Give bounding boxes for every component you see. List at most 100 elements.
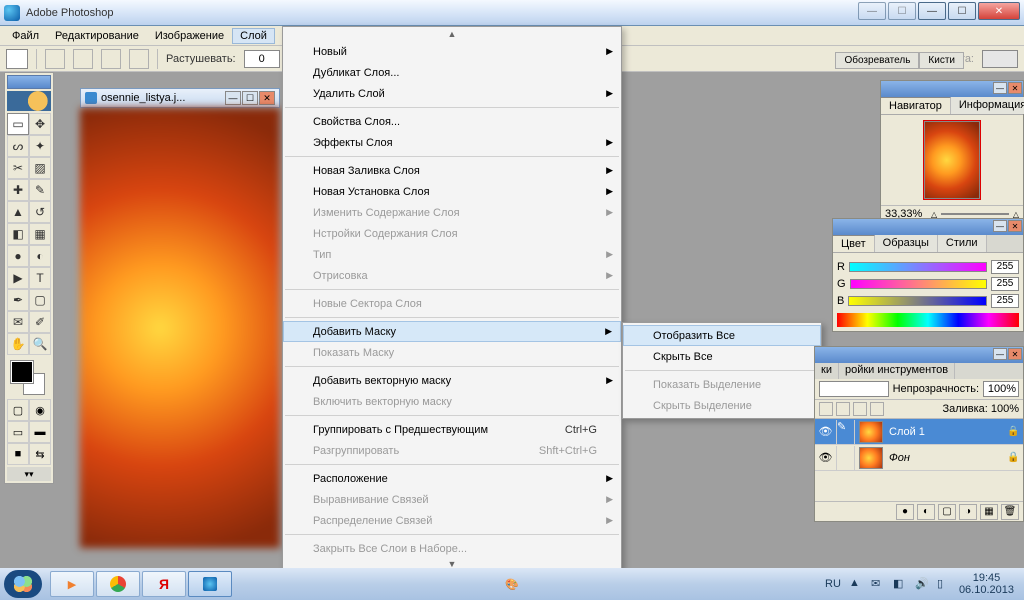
tray-flag-icon[interactable]: ▲ bbox=[849, 577, 863, 591]
close-button[interactable]: ✕ bbox=[978, 2, 1020, 20]
tool-wand[interactable]: ✦ bbox=[29, 135, 51, 157]
tab-navigator[interactable]: Навигатор bbox=[881, 97, 951, 114]
tool-move[interactable]: ✥ bbox=[29, 113, 51, 135]
color-close[interactable]: ✕ bbox=[1008, 220, 1022, 232]
mode-standard[interactable]: ▢ bbox=[7, 399, 29, 421]
opacity-field[interactable]: 100% bbox=[983, 381, 1019, 397]
menu-new-adjustment[interactable]: Новая Установка Слоя▶ bbox=[283, 181, 621, 202]
nav-close[interactable]: ✕ bbox=[1008, 82, 1022, 94]
menu-scroll-up[interactable]: ▲ bbox=[283, 29, 621, 41]
doc-maximize[interactable]: ☐ bbox=[242, 91, 258, 105]
tool-path-select[interactable]: ▶ bbox=[7, 267, 29, 289]
document-titlebar[interactable]: osennie_listya.j... — ☐ ✕ bbox=[80, 88, 280, 108]
menu-new-fill[interactable]: Новая Заливка Слоя▶ bbox=[283, 160, 621, 181]
menu-layer[interactable]: Слой bbox=[232, 28, 275, 44]
submenu-hide-all[interactable]: Скрыть Все bbox=[623, 346, 821, 367]
lock-all-icon[interactable] bbox=[870, 402, 884, 416]
screen-standard[interactable]: ▭ bbox=[7, 421, 29, 443]
tool-crop[interactable]: ✂ bbox=[7, 157, 29, 179]
visibility-icon[interactable]: 👁 bbox=[815, 446, 837, 470]
lang-indicator[interactable]: RU bbox=[825, 578, 841, 590]
tool-dodge[interactable]: ◐ bbox=[29, 245, 51, 267]
selection-subtract[interactable] bbox=[101, 49, 121, 69]
color-minimize[interactable]: — bbox=[993, 220, 1007, 232]
menu-properties[interactable]: Свойства Слоя... bbox=[283, 111, 621, 132]
layer-style-button[interactable]: ● bbox=[896, 504, 914, 520]
layers-close[interactable]: ✕ bbox=[1008, 348, 1022, 360]
tool-hand[interactable]: ✋ bbox=[7, 333, 29, 355]
screen-full[interactable]: ■ bbox=[7, 443, 29, 465]
menu-image[interactable]: Изображение bbox=[147, 28, 232, 44]
zoom-slider[interactable] bbox=[941, 213, 1009, 215]
fill-field[interactable]: 100% bbox=[991, 403, 1019, 415]
tool-pen[interactable]: ✒ bbox=[7, 289, 29, 311]
task-yandex[interactable]: Я bbox=[142, 571, 186, 597]
menu-duplicate[interactable]: Дубликат Слоя... bbox=[283, 62, 621, 83]
marquee-preset[interactable] bbox=[6, 49, 28, 69]
menu-delete[interactable]: Удалить Слой▶ bbox=[283, 83, 621, 104]
toolbox-titlebar[interactable] bbox=[7, 75, 51, 89]
menu-file[interactable]: Файл bbox=[4, 28, 47, 44]
tab-color[interactable]: Цвет bbox=[833, 235, 875, 252]
lock-pixels-icon[interactable] bbox=[836, 402, 850, 416]
menu-new[interactable]: Новый▶ bbox=[283, 41, 621, 62]
toolbox-expand[interactable]: ▾▾ bbox=[7, 467, 51, 481]
menu-effects[interactable]: Эффекты Слоя▶ bbox=[283, 132, 621, 153]
visibility-icon[interactable]: 👁 bbox=[815, 420, 837, 444]
tool-zoom[interactable]: 🔍 bbox=[29, 333, 51, 355]
tool-notes[interactable]: ✉ bbox=[7, 311, 29, 333]
submenu-reveal-all[interactable]: Отобразить Все bbox=[623, 325, 821, 346]
layer-mask-button[interactable]: ◐ bbox=[917, 504, 935, 520]
menu-group[interactable]: Группировать с ПредшествующимCtrl+G bbox=[283, 419, 621, 440]
maximize-button[interactable]: ☐ bbox=[948, 2, 976, 20]
tool-gradient[interactable]: ▦ bbox=[29, 223, 51, 245]
layer-row-bg[interactable]: 👁 Фон 🔒 bbox=[815, 445, 1023, 471]
blend-mode-select[interactable] bbox=[819, 381, 889, 397]
tab-browser[interactable]: Обозреватель bbox=[835, 52, 919, 69]
selection-new[interactable] bbox=[45, 49, 65, 69]
screen-menubar[interactable]: ▬ bbox=[29, 421, 51, 443]
task-paint[interactable]: 🎨 bbox=[490, 571, 534, 597]
link-icon[interactable] bbox=[837, 446, 855, 470]
delete-layer-button[interactable]: 🗑 bbox=[1001, 504, 1019, 520]
tray-msg-icon[interactable]: ✉ bbox=[871, 577, 885, 591]
tool-blur[interactable]: ● bbox=[7, 245, 29, 267]
selection-add[interactable] bbox=[73, 49, 93, 69]
document-canvas[interactable] bbox=[80, 108, 280, 548]
tool-slice[interactable]: ▨ bbox=[29, 157, 51, 179]
fg-color[interactable] bbox=[11, 361, 33, 383]
layer-set-button[interactable]: ▢ bbox=[938, 504, 956, 520]
new-layer-button[interactable]: ▦ bbox=[980, 504, 998, 520]
tab-brushes[interactable]: Кисти bbox=[919, 52, 964, 69]
color-spectrum[interactable] bbox=[837, 313, 1019, 327]
tab-info[interactable]: Информация bbox=[951, 97, 1024, 114]
navigator-thumbnail[interactable] bbox=[924, 121, 980, 199]
tab-swatches[interactable]: Образцы bbox=[875, 235, 938, 252]
value-g[interactable]: 255 bbox=[991, 277, 1019, 291]
value-r[interactable]: 255 bbox=[991, 260, 1019, 274]
task-chrome[interactable] bbox=[96, 571, 140, 597]
layers-tab-1[interactable]: ки bbox=[815, 363, 839, 379]
value-b[interactable]: 255 bbox=[991, 294, 1019, 308]
menu-add-vector-mask[interactable]: Добавить векторную маску▶ bbox=[283, 370, 621, 391]
tray-volume-icon[interactable]: 🔊 bbox=[915, 577, 929, 591]
tool-history-brush[interactable]: ↺ bbox=[29, 201, 51, 223]
feather-field[interactable]: 0 bbox=[244, 50, 280, 68]
lock-transparency-icon[interactable] bbox=[819, 402, 833, 416]
layer-name[interactable]: Фон bbox=[887, 452, 1007, 464]
tool-eyedropper[interactable]: ✐ bbox=[29, 311, 51, 333]
tab-styles[interactable]: Стили bbox=[938, 235, 987, 252]
task-photoshop[interactable] bbox=[188, 571, 232, 597]
lock-position-icon[interactable] bbox=[853, 402, 867, 416]
doc-close[interactable]: ✕ bbox=[259, 91, 275, 105]
adjustment-layer-button[interactable]: ◑ bbox=[959, 504, 977, 520]
tool-type[interactable]: T bbox=[29, 267, 51, 289]
tray-extra-icon[interactable]: ▯ bbox=[937, 577, 951, 591]
clock[interactable]: 19:45 06.10.2013 bbox=[959, 572, 1014, 596]
tool-stamp[interactable]: ▲ bbox=[7, 201, 29, 223]
menu-edit[interactable]: Редактирование bbox=[47, 28, 147, 44]
link-icon[interactable]: ✎ bbox=[837, 420, 855, 444]
tool-heal[interactable]: ✚ bbox=[7, 179, 29, 201]
layers-minimize[interactable]: — bbox=[993, 348, 1007, 360]
task-wmp[interactable]: ▶ bbox=[50, 571, 94, 597]
